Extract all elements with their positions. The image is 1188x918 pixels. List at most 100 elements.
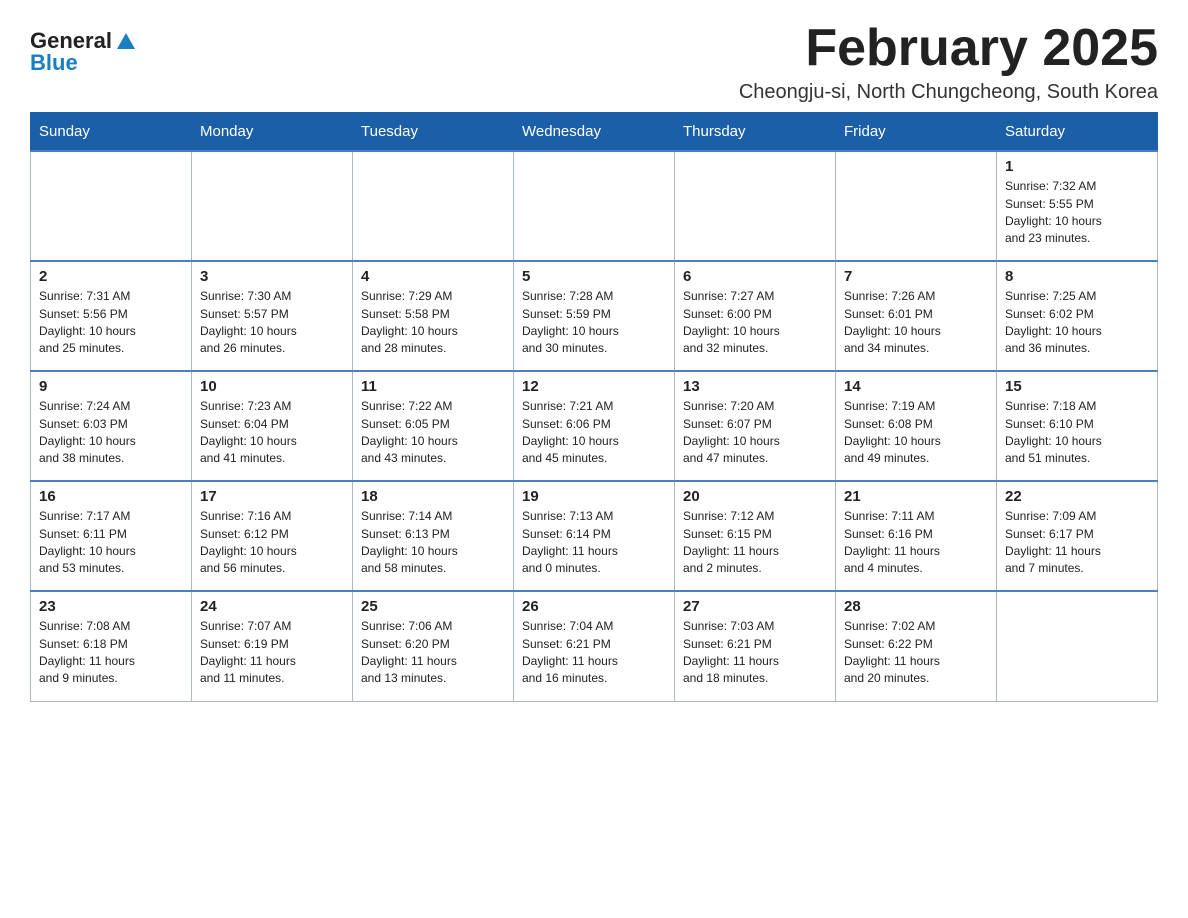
day-info: Sunrise: 7:08 AM Sunset: 6:18 PM Dayligh… [39, 618, 183, 688]
day-of-week-header: Friday [836, 113, 997, 152]
calendar-cell: 4 Sunrise: 7:29 AM Sunset: 5:58 PM Daylig… [353, 261, 514, 371]
day-number: 27 [683, 598, 827, 615]
calendar-cell: 11 Sunrise: 7:22 AM Sunset: 6:05 PM Dayli… [353, 371, 514, 481]
day-info: Sunrise: 7:31 AM Sunset: 5:56 PM Dayligh… [39, 288, 183, 358]
day-number: 20 [683, 488, 827, 505]
day-info: Sunrise: 7:32 AM Sunset: 5:55 PM Dayligh… [1005, 178, 1149, 248]
day-number: 8 [1005, 268, 1149, 285]
day-number: 14 [844, 378, 988, 395]
day-number: 2 [39, 268, 183, 285]
calendar-week-row: 1 Sunrise: 7:32 AM Sunset: 5:55 PM Daylig… [31, 151, 1158, 261]
day-of-week-header: Tuesday [353, 113, 514, 152]
day-number: 18 [361, 488, 505, 505]
logo-blue-text: Blue [30, 52, 78, 74]
day-info: Sunrise: 7:20 AM Sunset: 6:07 PM Dayligh… [683, 398, 827, 468]
calendar-cell: 7 Sunrise: 7:26 AM Sunset: 6:01 PM Daylig… [836, 261, 997, 371]
calendar-cell: 14Sunrise: 7:19 AM Sunset: 6:08 PM Dayli… [836, 371, 997, 481]
day-number: 3 [200, 268, 344, 285]
day-number: 13 [683, 378, 827, 395]
logo-triangle-icon [117, 33, 135, 49]
day-info: Sunrise: 7:23 AM Sunset: 6:04 PM Dayligh… [200, 398, 344, 468]
day-of-week-header: Wednesday [514, 113, 675, 152]
calendar-cell: 26 Sunrise: 7:04 AM Sunset: 6:21 PM Dayli… [514, 591, 675, 701]
calendar-cell: 21 Sunrise: 7:11 AM Sunset: 6:16 PM Dayli… [836, 481, 997, 591]
calendar-cell [353, 151, 514, 261]
day-number: 16 [39, 488, 183, 505]
calendar-cell: 5Sunrise: 7:28 AM Sunset: 5:59 PM Daylig… [514, 261, 675, 371]
calendar-cell [192, 151, 353, 261]
day-info: Sunrise: 7:13 AM Sunset: 6:14 PM Dayligh… [522, 508, 666, 578]
day-number: 6 [683, 268, 827, 285]
location-subtitle: Cheongju-si, North Chungcheong, South Ko… [739, 81, 1158, 104]
logo: General Blue [30, 20, 135, 74]
calendar-cell: 12 Sunrise: 7:21 AM Sunset: 6:06 PM Dayli… [514, 371, 675, 481]
day-info: Sunrise: 7:14 AM Sunset: 6:13 PM Dayligh… [361, 508, 505, 578]
day-info: Sunrise: 7:17 AM Sunset: 6:11 PM Dayligh… [39, 508, 183, 578]
day-info: Sunrise: 7:07 AM Sunset: 6:19 PM Dayligh… [200, 618, 344, 688]
day-number: 21 [844, 488, 988, 505]
day-number: 15 [1005, 378, 1149, 395]
day-number: 11 [361, 378, 505, 395]
calendar-cell: 16 Sunrise: 7:17 AM Sunset: 6:11 PM Dayli… [31, 481, 192, 591]
day-info: Sunrise: 7:18 AM Sunset: 6:10 PM Dayligh… [1005, 398, 1149, 468]
calendar-week-row: 9Sunrise: 7:24 AM Sunset: 6:03 PM Daylig… [31, 371, 1158, 481]
day-info: Sunrise: 7:06 AM Sunset: 6:20 PM Dayligh… [361, 618, 505, 688]
calendar-cell: 10 Sunrise: 7:23 AM Sunset: 6:04 PM Dayli… [192, 371, 353, 481]
calendar-cell [31, 151, 192, 261]
day-info: Sunrise: 7:30 AM Sunset: 5:57 PM Dayligh… [200, 288, 344, 358]
title-block: February 2025 Cheongju-si, North Chungch… [739, 20, 1158, 104]
calendar-cell: 18 Sunrise: 7:14 AM Sunset: 6:13 PM Dayli… [353, 481, 514, 591]
calendar-cell [836, 151, 997, 261]
calendar-cell: 22 Sunrise: 7:09 AM Sunset: 6:17 PM Dayli… [997, 481, 1158, 591]
calendar-cell: 24 Sunrise: 7:07 AM Sunset: 6:19 PM Dayli… [192, 591, 353, 701]
day-number: 12 [522, 378, 666, 395]
calendar-week-row: 16 Sunrise: 7:17 AM Sunset: 6:11 PM Dayli… [31, 481, 1158, 591]
calendar-cell: 20 Sunrise: 7:12 AM Sunset: 6:15 PM Dayli… [675, 481, 836, 591]
day-number: 28 [844, 598, 988, 615]
calendar-cell [675, 151, 836, 261]
day-info: Sunrise: 7:25 AM Sunset: 6:02 PM Dayligh… [1005, 288, 1149, 358]
day-info: Sunrise: 7:29 AM Sunset: 5:58 PM Dayligh… [361, 288, 505, 358]
calendar-cell: 2 Sunrise: 7:31 AM Sunset: 5:56 PM Daylig… [31, 261, 192, 371]
day-info: Sunrise: 7:04 AM Sunset: 6:21 PM Dayligh… [522, 618, 666, 688]
day-of-week-header: Monday [192, 113, 353, 152]
calendar-cell [514, 151, 675, 261]
day-number: 1 [1005, 158, 1149, 175]
calendar-cell: 23 Sunrise: 7:08 AM Sunset: 6:18 PM Dayli… [31, 591, 192, 701]
day-number: 7 [844, 268, 988, 285]
day-info: Sunrise: 7:27 AM Sunset: 6:00 PM Dayligh… [683, 288, 827, 358]
calendar-cell: 3 Sunrise: 7:30 AM Sunset: 5:57 PM Daylig… [192, 261, 353, 371]
calendar-cell: 1 Sunrise: 7:32 AM Sunset: 5:55 PM Daylig… [997, 151, 1158, 261]
day-number: 5 [522, 268, 666, 285]
month-title: February 2025 [739, 20, 1158, 77]
calendar-cell: 25 Sunrise: 7:06 AM Sunset: 6:20 PM Dayli… [353, 591, 514, 701]
day-number: 26 [522, 598, 666, 615]
calendar-cell: 27 Sunrise: 7:03 AM Sunset: 6:21 PM Dayli… [675, 591, 836, 701]
calendar-cell [997, 591, 1158, 701]
calendar-table: SundayMondayTuesdayWednesdayThursdayFrid… [30, 112, 1158, 702]
day-number: 23 [39, 598, 183, 615]
logo-general-text: General [30, 30, 112, 52]
day-number: 22 [1005, 488, 1149, 505]
page-header: General Blue February 2025 Cheongju-si, … [30, 20, 1158, 104]
calendar-cell: 28Sunrise: 7:02 AM Sunset: 6:22 PM Dayli… [836, 591, 997, 701]
day-of-week-header: Sunday [31, 113, 192, 152]
day-info: Sunrise: 7:09 AM Sunset: 6:17 PM Dayligh… [1005, 508, 1149, 578]
day-info: Sunrise: 7:26 AM Sunset: 6:01 PM Dayligh… [844, 288, 988, 358]
day-number: 25 [361, 598, 505, 615]
calendar-cell: 8 Sunrise: 7:25 AM Sunset: 6:02 PM Daylig… [997, 261, 1158, 371]
day-number: 10 [200, 378, 344, 395]
day-info: Sunrise: 7:16 AM Sunset: 6:12 PM Dayligh… [200, 508, 344, 578]
day-info: Sunrise: 7:11 AM Sunset: 6:16 PM Dayligh… [844, 508, 988, 578]
day-info: Sunrise: 7:22 AM Sunset: 6:05 PM Dayligh… [361, 398, 505, 468]
day-info: Sunrise: 7:21 AM Sunset: 6:06 PM Dayligh… [522, 398, 666, 468]
day-number: 24 [200, 598, 344, 615]
calendar-cell: 17Sunrise: 7:16 AM Sunset: 6:12 PM Dayli… [192, 481, 353, 591]
calendar-header-row: SundayMondayTuesdayWednesdayThursdayFrid… [31, 113, 1158, 152]
day-of-week-header: Saturday [997, 113, 1158, 152]
day-info: Sunrise: 7:12 AM Sunset: 6:15 PM Dayligh… [683, 508, 827, 578]
day-number: 4 [361, 268, 505, 285]
day-of-week-header: Thursday [675, 113, 836, 152]
day-info: Sunrise: 7:03 AM Sunset: 6:21 PM Dayligh… [683, 618, 827, 688]
calendar-cell: 15 Sunrise: 7:18 AM Sunset: 6:10 PM Dayli… [997, 371, 1158, 481]
